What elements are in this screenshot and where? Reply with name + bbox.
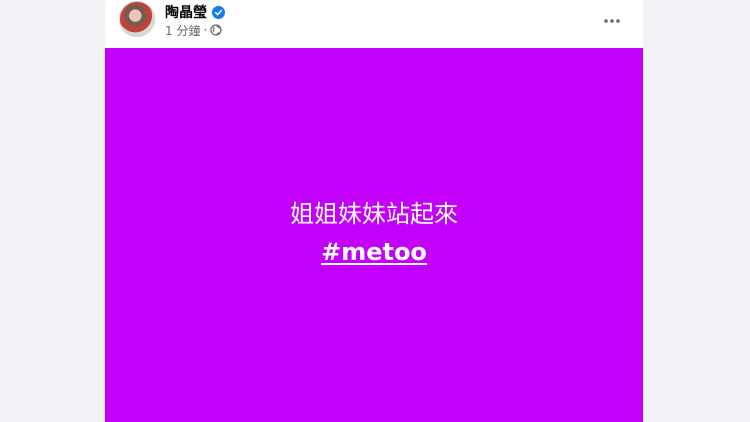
post-timestamp[interactable]: 1 分鐘 xyxy=(165,22,200,39)
author-avatar[interactable] xyxy=(119,1,155,37)
post-colored-background: 姐姐妹妹站起來 #metoo xyxy=(105,48,643,422)
meta-separator: · xyxy=(203,23,208,37)
author-name[interactable]: 陶晶瑩 xyxy=(165,2,207,22)
feed-page: 陶晶瑩 1 分鐘 · 姐姐妹妹站起來 #metoo xyxy=(0,0,750,422)
verified-badge-icon xyxy=(212,5,225,19)
author-row: 陶晶瑩 xyxy=(165,3,225,21)
post-meta: 1 分鐘 · xyxy=(165,22,222,38)
post-header: 陶晶瑩 1 分鐘 · xyxy=(105,0,643,48)
post-text-line: 姐姐妹妹站起來 xyxy=(290,200,458,228)
globe-icon[interactable] xyxy=(210,24,222,36)
post-text: 姐姐妹妹站起來 #metoo xyxy=(105,196,643,270)
post-card: 陶晶瑩 1 分鐘 · 姐姐妹妹站起來 #metoo xyxy=(105,0,643,422)
more-options-button[interactable] xyxy=(595,2,629,36)
more-horizontal-icon xyxy=(604,10,620,28)
hashtag-link[interactable]: #metoo xyxy=(321,234,427,270)
